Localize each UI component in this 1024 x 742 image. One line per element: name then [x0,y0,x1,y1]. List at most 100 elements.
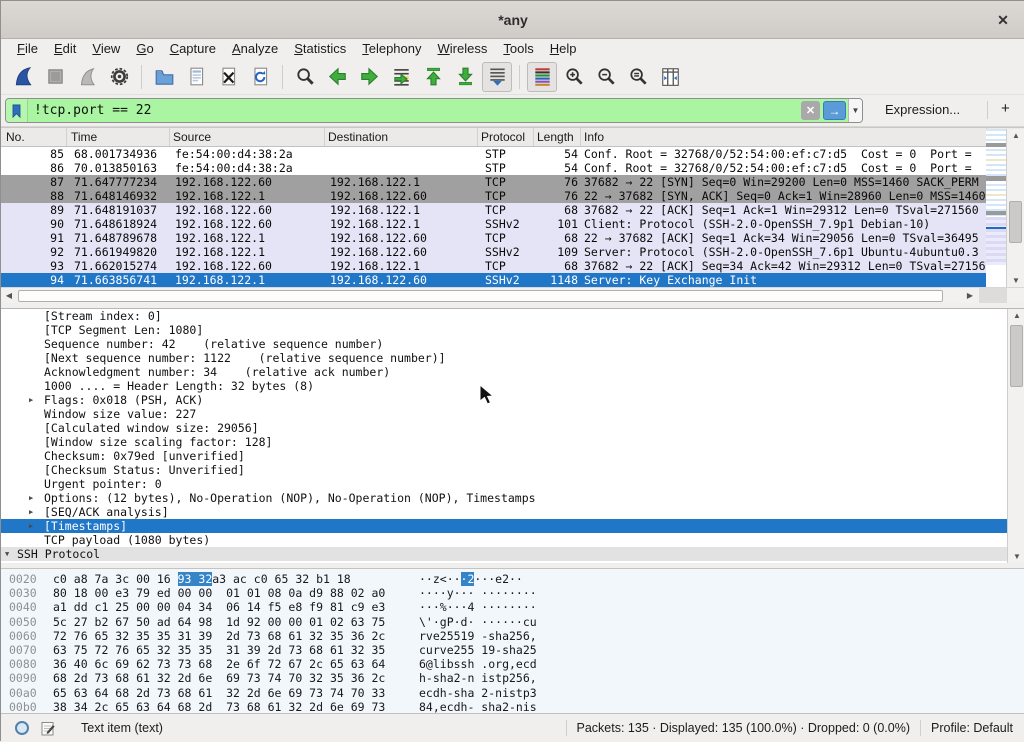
expert-info-icon[interactable] [15,721,29,735]
scroll-up-icon[interactable]: ▲ [1008,309,1024,322]
start-capture-icon[interactable] [8,62,38,92]
menu-capture[interactable]: Capture [162,39,224,59]
column-header-protocol[interactable]: Protocol [481,130,525,144]
filter-bookmark-icon[interactable] [6,99,28,122]
packet-row-90[interactable]: 9071.648618924192.168.122.60192.168.122.… [1,217,1024,231]
menu-tools[interactable]: Tools [495,39,541,59]
hex-row-0080[interactable]: 008036 40 6c 69 62 73 73 68 2e 6f 72 67 … [1,657,1024,671]
hex-bytes[interactable]: 38 34 2c 65 63 64 68 2d 73 68 61 32 2d 6… [53,700,385,713]
detail-line[interactable]: [Stream index: 0] [1,309,1007,323]
detail-line[interactable]: [Window size scaling factor: 128] [1,435,1007,449]
add-filter-button[interactable]: + [1001,100,1010,117]
colorize-icon[interactable] [527,62,557,92]
filter-history-dropdown-icon[interactable]: ▼ [848,99,862,122]
hex-ascii[interactable]: ···%···4 ········ [419,600,537,614]
resize-columns-icon[interactable] [655,62,685,92]
column-separator[interactable] [324,128,325,147]
filter-clear-icon[interactable]: ✕ [801,101,820,120]
hex-row-0090[interactable]: 009068 2d 73 68 61 32 2d 6e 69 73 74 70 … [1,671,1024,685]
zoom-reset-icon[interactable] [623,62,653,92]
hex-row-0020[interactable]: 0020c0 a8 7a 3c 00 16 93 32 85 a3 ac c0 … [1,572,1024,586]
detail-line[interactable]: Acknowledgment number: 34 (relative ack … [1,365,1007,379]
hex-bytes[interactable]: 5c 27 b2 67 50 ad 64 98 1d 92 00 00 01 0… [53,615,385,629]
hscrollbar-thumb[interactable] [18,290,943,302]
hex-ascii[interactable]: 6@libssh .org,ecd [419,657,537,671]
display-filter-input[interactable]: !tcp.port == 22 ✕ → ▼ [5,98,863,123]
scroll-left-icon[interactable]: ◀ [1,288,17,304]
status-profile[interactable]: Profile: Default [931,721,1013,735]
detail-line[interactable]: [Checksum Status: Unverified] [1,463,1007,477]
find-packet-icon[interactable] [290,62,320,92]
collapsed-arrow-icon[interactable]: ▶ [29,505,33,519]
packet-row-92[interactable]: 9271.661949820192.168.122.1192.168.122.6… [1,245,1024,259]
go-bottom-icon[interactable] [450,62,480,92]
packet-list-vscrollbar[interactable]: ▲ ▼ [1006,129,1024,287]
menu-help[interactable]: Help [542,39,585,59]
hex-bytes[interactable]: 63 75 72 76 65 32 35 35 31 39 2d 73 68 6… [53,643,385,657]
scrollbar-thumb[interactable] [1010,325,1023,387]
column-header-time[interactable]: Time [71,130,97,144]
packet-list-hscrollbar[interactable]: ◀ ▶ [1,287,1024,303]
expression-button[interactable]: Expression... [885,102,960,117]
expanded-arrow-icon[interactable]: ▼ [5,547,9,561]
details-vscrollbar[interactable]: ▲ ▼ [1007,309,1024,563]
hex-ascii[interactable]: ecdh-sha 2-nistp3 [419,686,537,700]
auto-scroll-icon[interactable] [482,62,512,92]
packet-row-87[interactable]: 8771.647777234192.168.122.60192.168.122.… [1,175,1024,189]
save-file-icon[interactable] [181,62,211,92]
column-separator[interactable] [580,128,581,147]
hex-bytes[interactable]: a1 dd c1 25 00 00 04 34 06 14 f5 e8 f9 8… [53,600,385,614]
hex-bytes[interactable]: 72 76 65 32 35 35 31 39 2d 73 68 61 32 3… [53,629,385,643]
scroll-right-icon[interactable]: ▶ [962,288,978,304]
hex-row-0050[interactable]: 00505c 27 b2 67 50 ad 64 98 1d 92 00 00 … [1,615,1024,629]
scrollbar-thumb[interactable] [1009,201,1022,243]
detail-line[interactable]: ▶[Timestamps] [1,519,1007,533]
hex-bytes[interactable]: 36 40 6c 69 62 73 73 68 2e 6f 72 67 2c 6… [53,657,385,671]
hex-row-00a0[interactable]: 00a065 63 64 68 2d 73 68 61 32 2d 6e 69 … [1,686,1024,700]
column-separator[interactable] [477,128,478,147]
menu-view[interactable]: View [84,39,128,59]
go-to-packet-icon[interactable] [386,62,416,92]
menu-file[interactable]: File [9,39,46,59]
menu-wireless[interactable]: Wireless [430,39,496,59]
column-separator[interactable] [66,128,67,147]
scroll-down-icon[interactable]: ▼ [1007,274,1024,287]
column-separator[interactable] [533,128,534,147]
hex-ascii[interactable]: h-sha2-n istp256, [419,671,537,685]
menu-analyze[interactable]: Analyze [224,39,286,59]
restart-capture-icon[interactable] [72,62,102,92]
packet-row-88[interactable]: 8871.648146932192.168.122.1192.168.122.6… [1,189,1024,203]
hex-row-0040[interactable]: 0040a1 dd c1 25 00 00 04 34 06 14 f5 e8 … [1,600,1024,614]
packet-list-minimap[interactable] [986,129,1006,287]
zoom-in-icon[interactable] [559,62,589,92]
menu-edit[interactable]: Edit [46,39,84,59]
hex-ascii[interactable]: \'·gP·d· ······cu [419,615,537,629]
packet-row-85[interactable]: 8568.001734936fe:54:00:d4:38:2aSTP54Conf… [1,147,1024,161]
detail-line[interactable]: ▶[SEQ/ACK analysis] [1,505,1007,519]
open-file-icon[interactable] [149,62,179,92]
packet-row-89[interactable]: 8971.648191037192.168.122.60192.168.122.… [1,203,1024,217]
collapsed-arrow-icon[interactable]: ▶ [29,519,33,533]
packet-row-91[interactable]: 9171.648789678192.168.122.1192.168.122.6… [1,231,1024,245]
stop-capture-icon[interactable] [40,62,70,92]
reload-file-icon[interactable] [245,62,275,92]
hex-bytes[interactable]: 65 63 64 68 2d 73 68 61 32 2d 6e 69 73 7… [53,686,385,700]
hex-ascii[interactable]: ··z<···2 ····e2·· [419,572,523,586]
hex-ascii[interactable]: rve25519 -sha256, [419,629,537,643]
menu-telephony[interactable]: Telephony [354,39,429,59]
hex-ascii[interactable]: ····y··· ········ [419,586,537,600]
column-separator[interactable] [169,128,170,147]
collapsed-arrow-icon[interactable]: ▶ [29,393,33,407]
detail-line[interactable]: [Next sequence number: 1122 (relative se… [1,351,1007,365]
hex-row-0030[interactable]: 003080 18 00 e3 79 ed 00 00 01 01 08 0a … [1,586,1024,600]
detail-line[interactable]: Checksum: 0x79ed [unverified] [1,449,1007,463]
detail-line[interactable]: ▶Options: (12 bytes), No-Operation (NOP)… [1,491,1007,505]
column-header-info[interactable]: Info [584,130,604,144]
packet-row-93[interactable]: 9371.662015274192.168.122.60192.168.122.… [1,259,1024,273]
go-back-icon[interactable] [322,62,352,92]
detail-line[interactable]: [TCP Segment Len: 1080] [1,323,1007,337]
detail-line[interactable]: [Calculated window size: 29056] [1,421,1007,435]
detail-line[interactable]: ▶Flags: 0x018 (PSH, ACK) [1,393,1007,407]
scroll-down-icon[interactable]: ▼ [1008,550,1024,563]
packet-row-94[interactable]: 9471.663856741192.168.122.1192.168.122.6… [1,273,1024,287]
